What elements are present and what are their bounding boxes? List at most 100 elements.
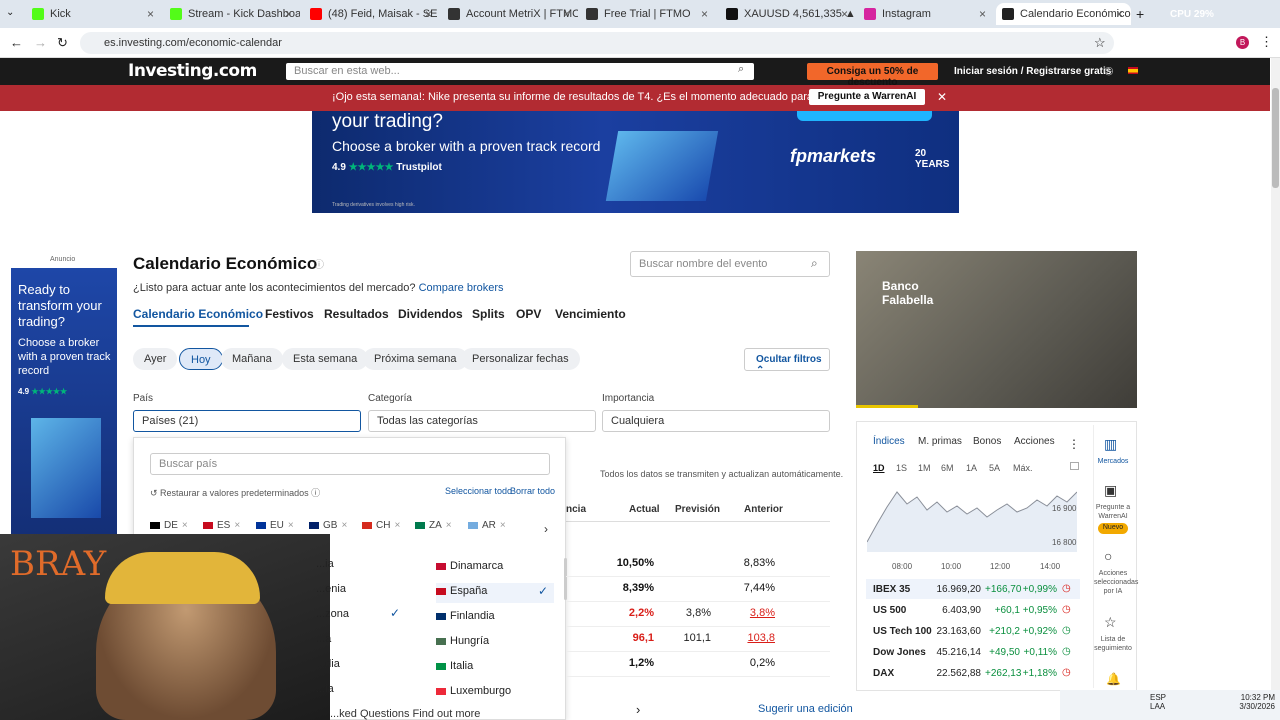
browser-tab[interactable]: Instagram × xyxy=(858,3,994,25)
period-pill[interactable]: Hoy xyxy=(179,348,223,370)
info-icon[interactable]: ⓘ xyxy=(314,256,324,271)
period-pill[interactable]: Personalizar fechas xyxy=(461,348,580,370)
country-option[interactable]: ...zona xyxy=(316,608,349,620)
browser-tab[interactable]: Kick × xyxy=(26,3,162,25)
country-option[interactable]: Italia xyxy=(436,658,554,678)
market-tab[interactable]: M. primas xyxy=(918,436,962,447)
chevron-right-icon[interactable]: › xyxy=(636,702,640,717)
index-name[interactable]: US Tech 100 xyxy=(873,626,932,637)
market-tab[interactable]: Bonos xyxy=(973,436,1001,447)
register-link[interactable]: Registrarse gratis xyxy=(1026,66,1111,77)
tab-list-chevron-icon[interactable]: ⌄ xyxy=(6,7,14,18)
browser-tab[interactable]: (48) Feid, Maisak - SE × xyxy=(304,3,440,25)
period-pill[interactable]: Próxima semana xyxy=(363,348,468,370)
sidebar-ad[interactable]: Banco Falabella xyxy=(856,251,1137,408)
country-option[interactable]: Luxemburgo xyxy=(436,683,554,703)
close-icon[interactable]: × xyxy=(1116,7,1123,21)
index-name[interactable]: DAX xyxy=(873,668,894,679)
browser-tab[interactable]: Calendario Económico | × xyxy=(996,3,1131,25)
reload-icon[interactable]: ↻ xyxy=(57,35,68,51)
range-button[interactable]: 1S xyxy=(896,463,907,473)
nav-tab[interactable]: Calendario Económico xyxy=(133,307,263,321)
nav-tab[interactable]: Resultados xyxy=(324,307,389,321)
expand-icon[interactable] xyxy=(1070,462,1079,470)
index-name[interactable]: US 500 xyxy=(873,605,906,616)
period-pill[interactable]: Esta semana xyxy=(282,348,369,370)
bell-icon[interactable]: 🔔 xyxy=(1106,672,1121,686)
index-name[interactable]: IBEX 35 xyxy=(873,584,910,595)
nav-tab[interactable]: Dividendos xyxy=(398,307,463,321)
browser-tab[interactable]: Free Trial | FTMO × xyxy=(580,3,716,25)
url-field[interactable]: es.investing.com/economic-calendar xyxy=(80,32,1114,54)
clock[interactable]: 10:32 PM 3/30/2026 xyxy=(1230,693,1275,711)
range-button[interactable]: Máx. xyxy=(1013,463,1033,473)
login-link[interactable]: Iniciar sesión xyxy=(954,66,1018,77)
importance-select[interactable]: Cualquiera xyxy=(602,410,830,432)
country-chip[interactable]: DE × xyxy=(150,520,188,531)
close-icon[interactable]: × xyxy=(288,520,294,531)
site-logo[interactable]: Investing.com xyxy=(128,61,257,81)
profile-avatar[interactable]: B xyxy=(1236,36,1249,49)
clear-all-link[interactable]: Borrar todo xyxy=(510,486,555,496)
event-search-input[interactable]: Buscar nombre del evento xyxy=(630,251,830,277)
country-chip[interactable]: AR × xyxy=(468,520,506,531)
site-search-input[interactable]: Buscar en esta web... xyxy=(286,63,754,80)
ai-picks-icon[interactable]: ○ xyxy=(1104,548,1112,564)
close-icon[interactable]: × xyxy=(182,520,188,531)
restore-defaults[interactable]: ↺ Restaurar a valores predeterminados ⓘ xyxy=(150,486,320,499)
top-ad-banner[interactable]: your trading? Choose a broker with a pro… xyxy=(312,111,959,213)
nav-tab[interactable]: Splits xyxy=(472,307,505,321)
market-tab[interactable]: Acciones xyxy=(1014,436,1055,447)
nav-tab[interactable]: Vencimiento xyxy=(555,307,626,321)
country-option[interactable]: ...ia xyxy=(316,683,334,695)
country-chip[interactable]: ZA × xyxy=(415,520,452,531)
country-option[interactable]: Hungría xyxy=(436,633,554,653)
ask-warrenai-button[interactable]: Pregunte a WarrenAI xyxy=(809,89,925,105)
range-button[interactable]: 1A xyxy=(966,463,977,473)
watchlist-icon[interactable]: ☆ xyxy=(1104,614,1117,631)
close-icon[interactable]: ✕ xyxy=(937,90,947,104)
login-register[interactable]: Iniciar sesión / Registrarse gratis xyxy=(954,66,1111,77)
country-search-input[interactable]: Buscar país xyxy=(150,453,550,475)
close-icon[interactable]: × xyxy=(425,7,432,21)
compare-brokers-link[interactable]: Compare brokers xyxy=(419,282,504,294)
close-icon[interactable]: × xyxy=(341,520,347,531)
country-chip[interactable]: CH × xyxy=(362,520,400,531)
country-select[interactable]: Países (21) xyxy=(133,410,361,432)
side-menu-label[interactable]: Mercados xyxy=(1094,457,1132,466)
lang-indicator[interactable]: ESP LAA xyxy=(1150,693,1166,711)
country-option[interactable]: Finlandia xyxy=(436,608,554,628)
markets-icon[interactable]: ▥ xyxy=(1104,436,1117,453)
close-icon[interactable]: × xyxy=(446,520,452,531)
range-button[interactable]: 6M xyxy=(941,463,954,473)
select-all-link[interactable]: Seleccionar todo xyxy=(445,486,512,496)
search-icon[interactable]: ⌕ xyxy=(738,63,744,76)
country-option[interactable]: ...a xyxy=(316,633,331,645)
range-button[interactable]: 1D xyxy=(873,463,885,473)
hide-filters-button[interactable]: Ocultar filtros ⌃ xyxy=(744,348,830,376)
side-menu-label[interactable]: Pregunte a WarrenAI xyxy=(1094,503,1132,521)
close-icon[interactable]: × xyxy=(285,7,292,21)
country-option[interactable]: Dinamarca xyxy=(436,558,554,578)
period-pill[interactable]: Mañana xyxy=(221,348,283,370)
close-icon[interactable]: × xyxy=(500,520,506,531)
period-pill[interactable]: Ayer xyxy=(133,348,178,370)
chevron-right-icon[interactable]: › xyxy=(544,522,548,536)
search-icon[interactable]: ⌕ xyxy=(811,256,818,271)
country-option[interactable]: ...ia xyxy=(316,558,334,570)
browser-menu-icon[interactable]: ⋮ xyxy=(1260,34,1273,50)
new-tab-icon[interactable]: + xyxy=(1136,6,1144,22)
country-chip[interactable]: GB × xyxy=(309,520,347,531)
market-tab[interactable]: Índices xyxy=(873,436,905,447)
country-chip[interactable]: EU × xyxy=(256,520,294,531)
clock-icon[interactable]: ◷ xyxy=(1104,64,1114,77)
back-icon[interactable]: ← xyxy=(10,35,23,50)
forward-icon[interactable]: → xyxy=(34,35,47,50)
bookmark-star-icon[interactable]: ☆ xyxy=(1094,35,1106,51)
browser-tab[interactable]: XAUUSD 4,561,335 ▲ +1.× xyxy=(720,3,856,25)
side-menu-label[interactable]: Lista de seguimiento xyxy=(1094,635,1132,653)
nav-tab[interactable]: OPV xyxy=(516,307,541,321)
index-name[interactable]: Dow Jones xyxy=(873,647,926,658)
close-icon[interactable]: × xyxy=(394,520,400,531)
country-option[interactable]: ...dia xyxy=(316,658,340,670)
